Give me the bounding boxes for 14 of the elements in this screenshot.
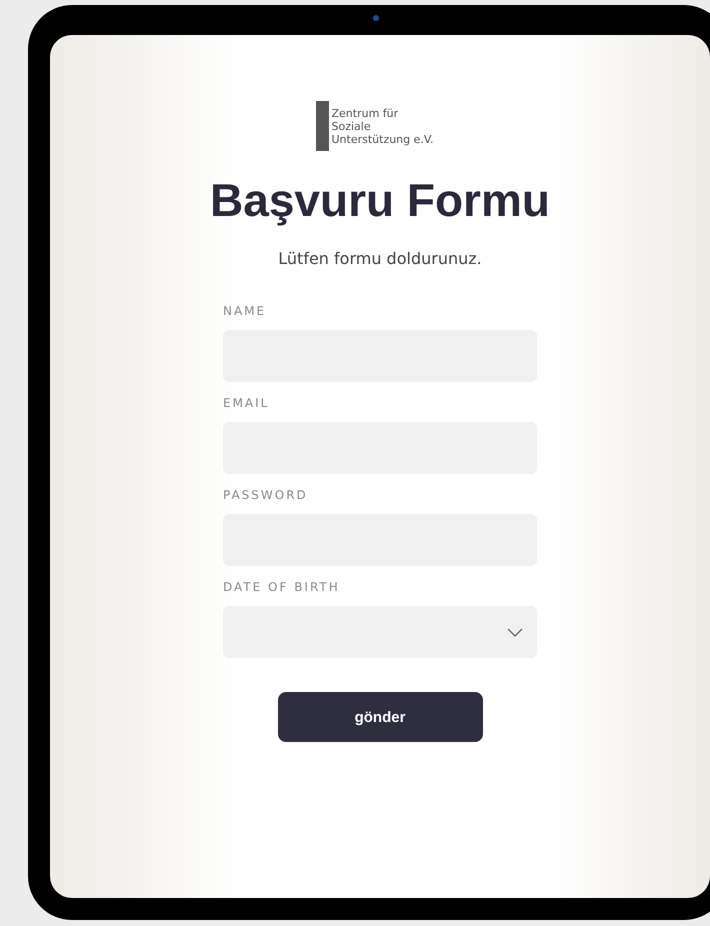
camera-dot bbox=[373, 15, 379, 21]
form-subtitle: Lütfen formu doldurunuz. bbox=[278, 249, 482, 268]
logo-text: Unterstützung e.V. bbox=[331, 132, 434, 146]
field-label: EMAIL bbox=[223, 396, 270, 410]
submit-button[interactable]: gönder bbox=[278, 692, 482, 742]
logo-text: Soziale bbox=[331, 120, 372, 132]
logo-block bbox=[316, 101, 330, 151]
logo-text: Zentrum für bbox=[331, 106, 400, 120]
field-label: DATE OF BIRTH bbox=[223, 580, 341, 594]
form-title: Başvuru Formu bbox=[210, 173, 550, 227]
date-select[interactable] bbox=[223, 606, 537, 658]
chevron-down-icon bbox=[507, 628, 523, 636]
field-label: PASSWORD bbox=[223, 488, 309, 502]
field-label: NAME bbox=[223, 304, 268, 318]
